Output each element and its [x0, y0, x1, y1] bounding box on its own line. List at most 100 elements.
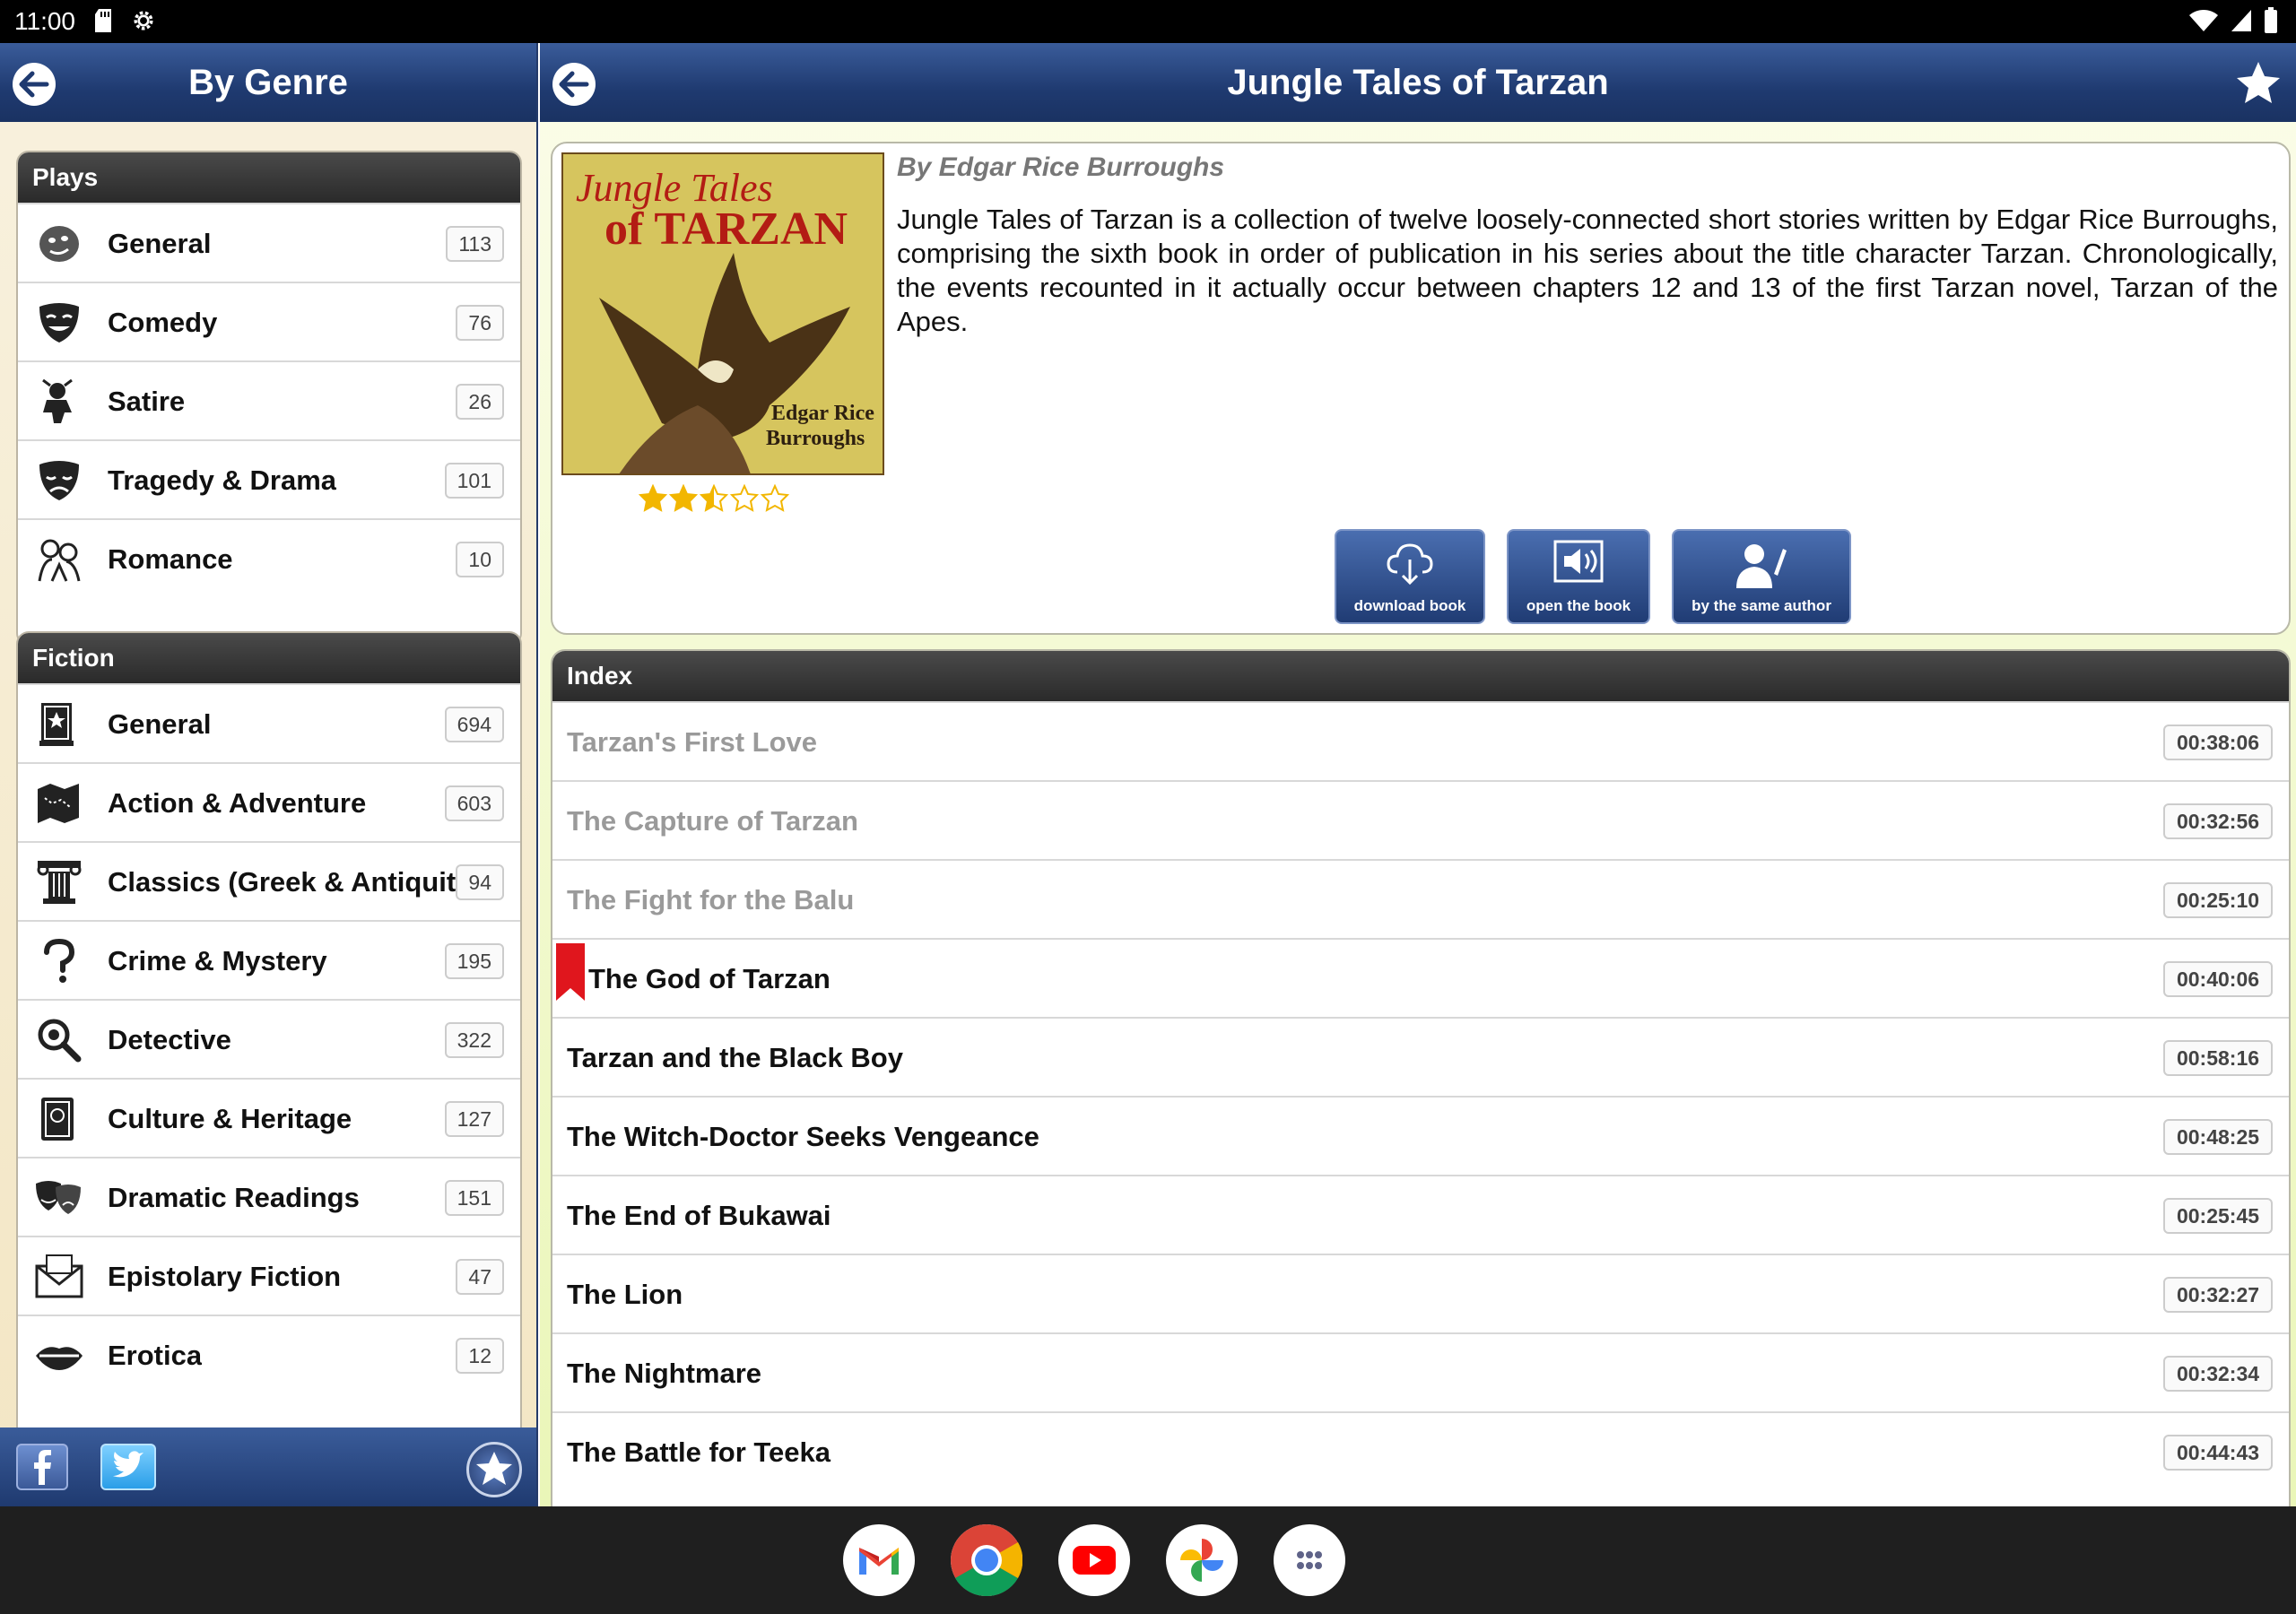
book-cover-image[interactable]: Jungle Tales of TARZAN Edgar Rice Burrou… — [561, 152, 884, 475]
genre-item-dramatic-readings[interactable]: Dramatic Readings 151 — [18, 1157, 520, 1236]
facebook-button[interactable] — [16, 1444, 68, 1490]
chapter-row[interactable]: The Battle for Teeka 00:44:43 — [552, 1411, 2289, 1490]
cloud-download-icon — [1387, 543, 1433, 586]
book-back-button[interactable] — [552, 63, 596, 106]
genre-item-erotica[interactable]: Erotica 12 — [18, 1315, 520, 1393]
chapter-row[interactable]: The God of Tarzan 00:40:06 — [552, 938, 2289, 1017]
genre-item-action-adventure[interactable]: Action & Adventure 603 — [18, 762, 520, 841]
chapter-title: The Battle for Teeka — [567, 1436, 831, 1468]
genre-count-badge: 12 — [456, 1338, 504, 1374]
download-book-label: download book — [1353, 597, 1466, 614]
genre-label: Culture & Heritage — [108, 1103, 352, 1134]
genre-item-culture-heritage[interactable]: Culture & Heritage 127 — [18, 1078, 520, 1157]
app-launcher-button[interactable] — [1274, 1524, 1345, 1596]
chapter-title: The God of Tarzan — [588, 963, 831, 994]
open-book-label: open the book — [1526, 597, 1631, 614]
status-time: 11:00 — [14, 7, 75, 35]
rating-star-icon — [669, 484, 698, 512]
plays-section: Plays General 113 Comedy 76 Satire 26 Tr… — [16, 151, 522, 646]
download-book-button[interactable]: download book — [1335, 529, 1485, 624]
chrome-app-button[interactable] — [951, 1524, 1023, 1597]
twitter-button[interactable] — [100, 1444, 156, 1490]
genre-item-fiction-general[interactable]: General 694 — [18, 683, 520, 762]
genre-pane: By Genre Plays General 113 Comedy 76 Sat… — [0, 43, 538, 1506]
genre-title: By Genre — [188, 63, 348, 102]
gmail-icon — [859, 1548, 899, 1575]
rating-star-icon — [700, 484, 728, 512]
genre-label: Action & Adventure — [108, 787, 367, 819]
genre-item-epistolary-fiction[interactable]: Epistolary Fiction 47 — [18, 1236, 520, 1315]
rating-star-icon — [730, 484, 759, 512]
cover-title-line2: of TARZAN — [604, 204, 848, 255]
genre-count-badge: 151 — [444, 1180, 504, 1216]
star-icon — [476, 1452, 512, 1485]
chapter-row[interactable]: The End of Bukawai 00:25:45 — [552, 1175, 2289, 1254]
chapter-title: The Nightmare — [567, 1358, 762, 1389]
genre-item-satire[interactable]: Satire 26 — [18, 360, 520, 439]
chapter-row[interactable]: The Witch-Doctor Seeks Vengeance 00:48:25 — [552, 1096, 2289, 1175]
chapter-row[interactable]: The Lion 00:32:27 — [552, 1254, 2289, 1332]
open-book-button[interactable]: open the book — [1507, 529, 1650, 624]
chapter-row[interactable]: Tarzan and the Black Boy 00:58:16 — [552, 1017, 2289, 1096]
genre-count-badge: 101 — [444, 463, 504, 499]
book-description: Jungle Tales of Tarzan is a collection o… — [897, 204, 2278, 337]
heritage-book-icon — [41, 1098, 74, 1141]
section-header: Fiction — [18, 633, 520, 683]
book-author[interactable]: By Edgar Rice Burroughs — [897, 152, 1224, 183]
book-icon — [39, 703, 74, 746]
envelope-icon — [35, 1254, 83, 1298]
cover-art: Jungle Tales of TARZAN Edgar Rice Burrou… — [563, 154, 883, 473]
drama-masks-icon — [36, 1181, 81, 1214]
chrome-icon — [951, 1524, 1023, 1597]
battery-icon — [2265, 7, 2277, 33]
photos-app-button[interactable] — [1166, 1524, 1238, 1596]
column-icon — [37, 861, 82, 904]
book-header: Jungle Tales of Tarzan — [540, 43, 2296, 122]
genre-footer-bar — [0, 1427, 536, 1506]
genre-count-badge: 694 — [444, 707, 504, 742]
facebook-icon — [34, 1450, 51, 1485]
chapter-title: The Capture of Tarzan — [567, 805, 858, 837]
genre-item-detective[interactable]: Detective 322 — [18, 999, 520, 1078]
genre-item-classics[interactable]: Classics (Greek & Antiquity 94 — [18, 841, 520, 920]
genre-label: Crime & Mystery — [108, 945, 327, 976]
status-bar: 11:00 — [0, 0, 2296, 43]
gmail-app-button[interactable] — [843, 1524, 915, 1596]
genre-item-crime-mystery[interactable]: Crime & Mystery 195 — [18, 920, 520, 999]
genre-back-button[interactable] — [13, 63, 56, 106]
chapter-duration: 00:25:10 — [2163, 882, 2273, 918]
chapter-row[interactable]: The Capture of Tarzan 00:32:56 — [552, 780, 2289, 859]
genre-item-romance[interactable]: Romance 10 — [18, 518, 520, 597]
comedy-mask-icon — [39, 303, 79, 343]
genre-item-comedy[interactable]: Comedy 76 — [18, 282, 520, 360]
chapter-title: Tarzan's First Love — [567, 726, 817, 758]
genre-label: General — [108, 708, 212, 740]
genre-label: Dramatic Readings — [108, 1182, 360, 1213]
genre-item-plays-general[interactable]: General 113 — [18, 203, 520, 282]
favorite-star-icon[interactable] — [2233, 59, 2283, 108]
chapter-index: Index Tarzan's First Love 00:38:06 The Cap… — [551, 649, 2291, 1510]
map-icon — [38, 784, 79, 823]
app-grid-icon — [1297, 1551, 1322, 1569]
chapter-row[interactable]: The Fight for the Balu 00:25:10 — [552, 859, 2289, 938]
book-detail-pane: Jungle Tales of Tarzan Jungle Tales of T… — [540, 43, 2296, 1510]
genre-item-tragedy-drama[interactable]: Tragedy & Drama 101 — [18, 439, 520, 518]
taskbar-dock — [0, 1506, 2296, 1614]
same-author-button[interactable]: by the same author — [1672, 529, 1851, 624]
fiction-section: Fiction General 694 Action & Adventure 6… — [16, 631, 522, 1438]
genre-count-badge: 47 — [456, 1259, 504, 1295]
genre-count-badge: 26 — [456, 384, 504, 420]
chapter-duration: 00:44:43 — [2163, 1435, 2273, 1471]
rating-star-icon — [761, 484, 789, 512]
rate-app-button[interactable] — [466, 1442, 522, 1497]
back-arrow-icon — [559, 71, 589, 98]
youtube-app-button[interactable] — [1058, 1524, 1130, 1596]
chapter-title: The Witch-Doctor Seeks Vengeance — [567, 1121, 1039, 1152]
question-icon — [44, 938, 75, 983]
chapter-row[interactable]: Tarzan's First Love 00:38:06 — [552, 701, 2289, 780]
genre-label: Comedy — [108, 307, 218, 338]
book-info-card: Jungle Tales of TARZAN Edgar Rice Burrou… — [551, 142, 2291, 635]
audiobook-speaker-icon — [1553, 540, 1604, 583]
chapter-duration: 00:32:34 — [2163, 1356, 2273, 1392]
chapter-row[interactable]: The Nightmare 00:32:34 — [552, 1332, 2289, 1411]
